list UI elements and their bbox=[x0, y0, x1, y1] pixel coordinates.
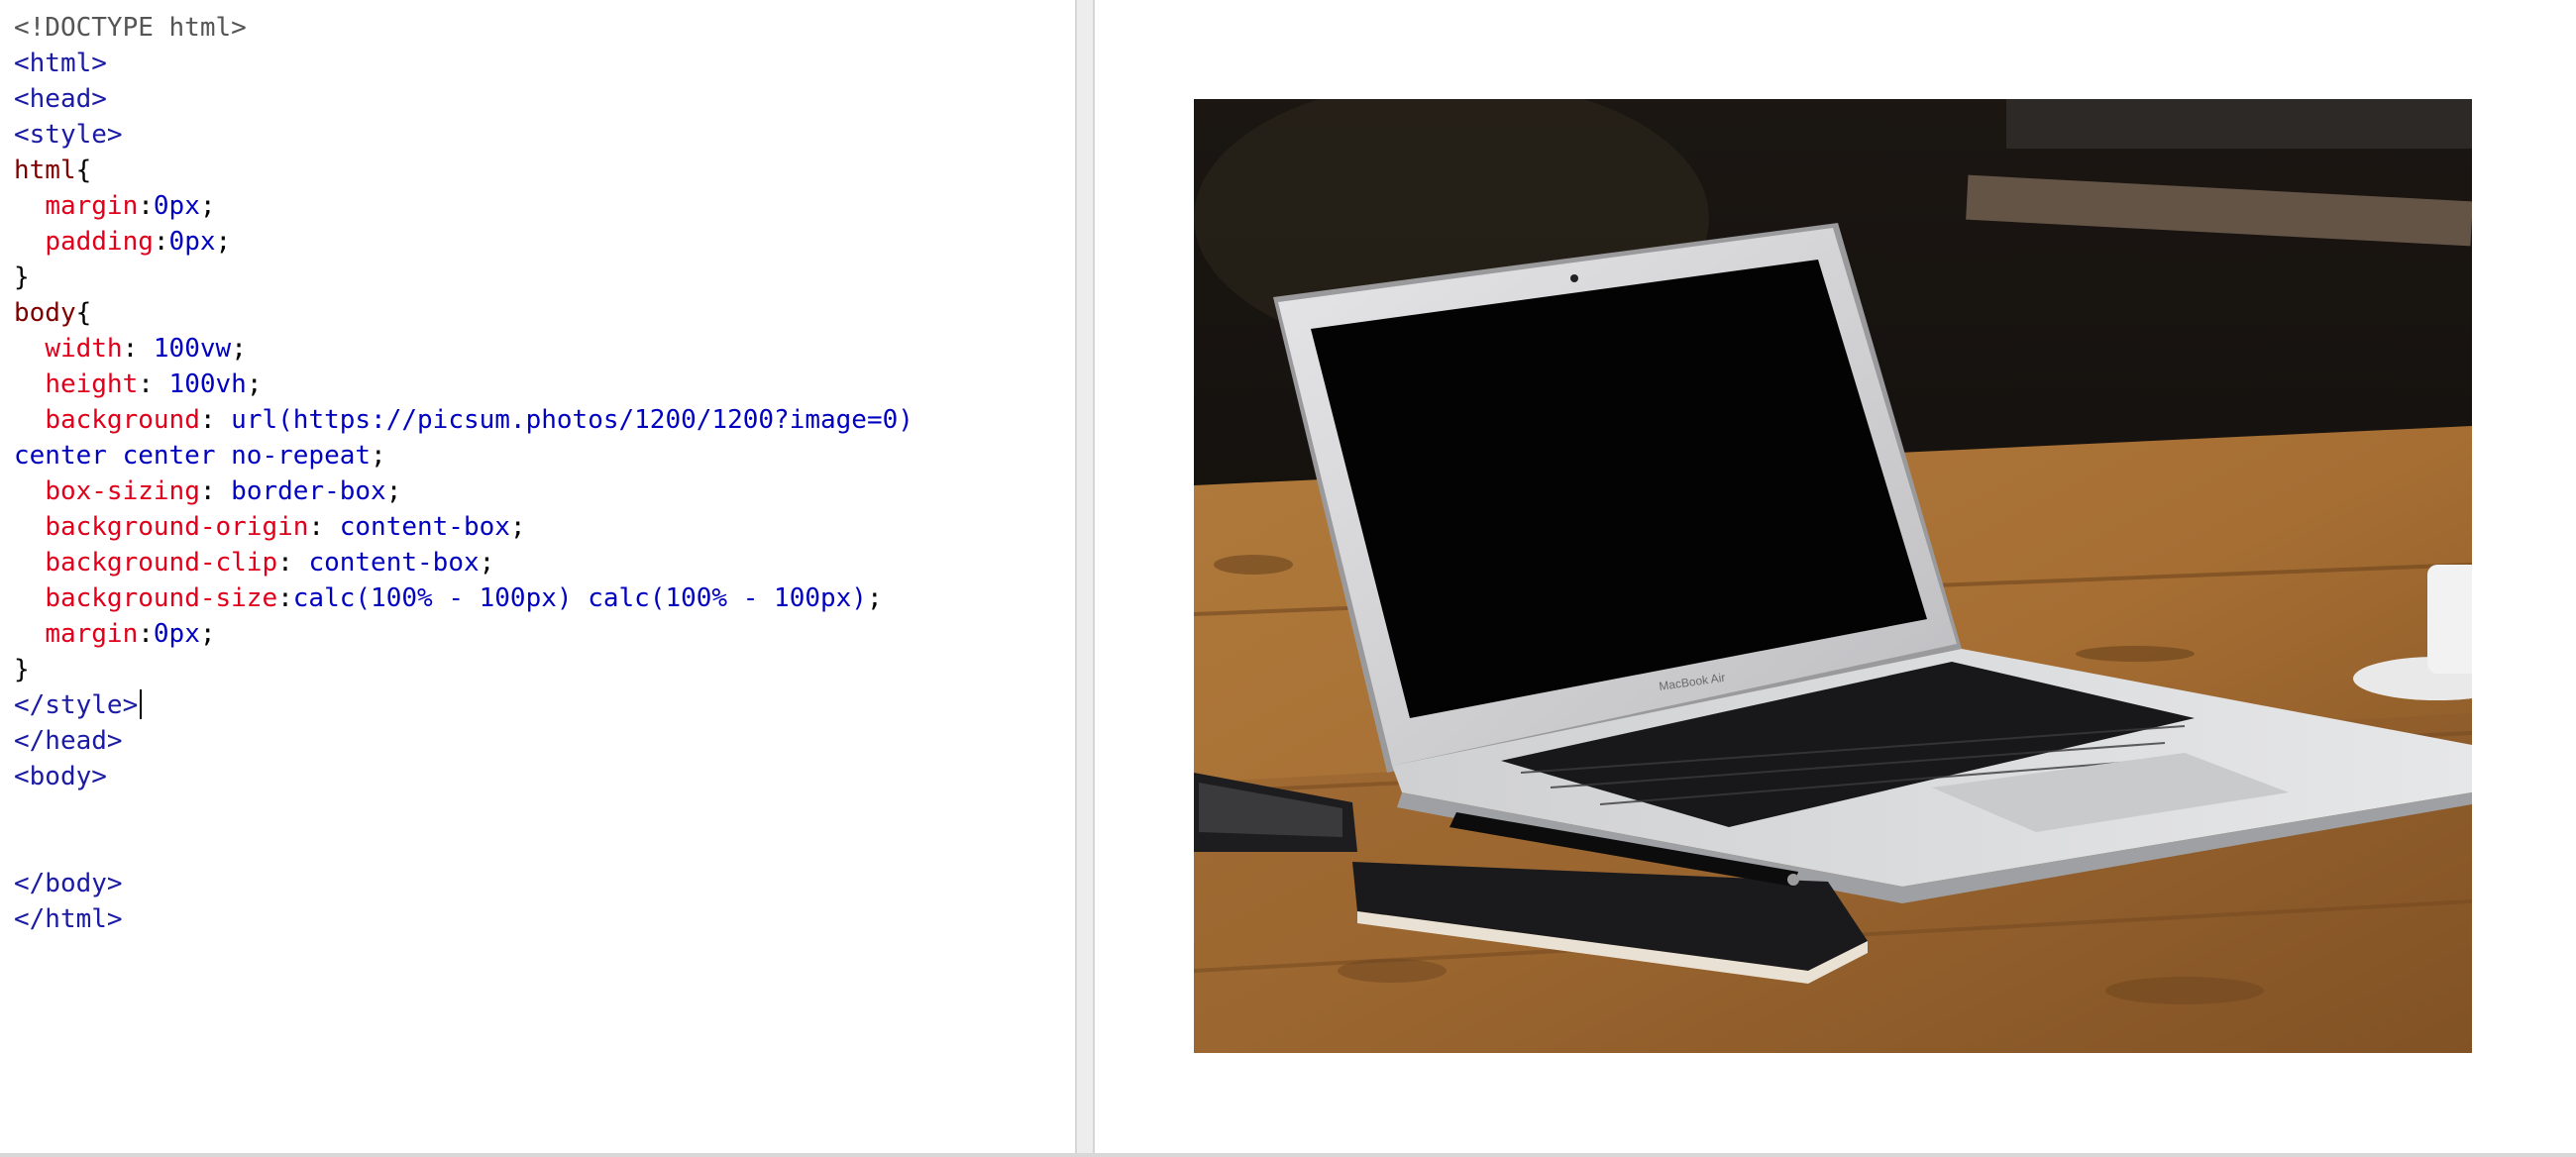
code-token: : bbox=[277, 548, 309, 578]
code-token: box-sizing bbox=[45, 476, 200, 506]
pane-splitter[interactable] bbox=[1075, 0, 1095, 1157]
code-token: : bbox=[138, 191, 154, 221]
code-token: ; bbox=[509, 512, 526, 542]
code-line[interactable]: margin:0px; bbox=[14, 616, 913, 652]
code-token: } bbox=[14, 263, 30, 292]
code-token: 100vw bbox=[153, 334, 232, 364]
code-token: </head> bbox=[14, 726, 123, 756]
code-token: <head> bbox=[14, 84, 107, 114]
code-line[interactable]: background-clip: content-box; bbox=[14, 545, 913, 580]
code-line[interactable]: height: 100vh; bbox=[14, 367, 913, 402]
code-token: </style> bbox=[14, 690, 139, 720]
code-token: 0px bbox=[168, 227, 216, 257]
code-token: background-size bbox=[45, 583, 278, 613]
preview-photo: MacBook Air bbox=[1194, 99, 2472, 1053]
code-token: ; bbox=[215, 227, 232, 257]
code-line[interactable]: center center no-repeat; bbox=[14, 438, 913, 473]
code-token: center center no-repeat bbox=[14, 441, 372, 471]
code-token: ; bbox=[866, 583, 883, 613]
code-token: background bbox=[45, 405, 200, 435]
code-token: ; bbox=[199, 619, 216, 649]
code-line[interactable]: <body> bbox=[14, 759, 913, 794]
code-token: margin bbox=[45, 191, 139, 221]
code-token: content-box bbox=[308, 548, 480, 578]
code-token: ; bbox=[479, 548, 495, 578]
code-token: height bbox=[45, 369, 139, 399]
code-token: border-box bbox=[231, 476, 386, 506]
code-token: ; bbox=[199, 191, 216, 221]
code-token: : bbox=[138, 369, 169, 399]
code-line[interactable]: } bbox=[14, 652, 913, 687]
code-token: html bbox=[14, 156, 76, 185]
code-token: body bbox=[14, 298, 76, 328]
code-line[interactable]: margin:0px; bbox=[14, 188, 913, 224]
code-line[interactable]: </html> bbox=[14, 901, 913, 937]
code-token: { bbox=[75, 298, 92, 328]
code-text[interactable]: <!DOCTYPE html> <html> <head> <style> html{ … bbox=[14, 10, 913, 937]
code-token: url(https://picsum.photos/1200/1200?imag… bbox=[231, 405, 913, 435]
code-token: : bbox=[153, 227, 169, 257]
code-token: : bbox=[199, 405, 232, 435]
code-token: margin bbox=[45, 619, 139, 649]
code-token: ; bbox=[246, 369, 263, 399]
code-token: width bbox=[45, 334, 123, 364]
code-token: padding bbox=[45, 227, 154, 257]
code-token: : bbox=[122, 334, 154, 364]
preview-pane: MacBook Air bbox=[1095, 0, 2576, 1153]
code-line[interactable]: body{ bbox=[14, 295, 913, 331]
code-line[interactable]: background-origin: content-box; bbox=[14, 509, 913, 545]
code-line[interactable]: background: url(https://picsum.photos/12… bbox=[14, 402, 913, 438]
code-line[interactable]: </style> bbox=[14, 687, 913, 723]
code-token: : bbox=[199, 476, 232, 506]
code-token: <!DOCTYPE html> bbox=[14, 13, 247, 43]
code-line[interactable]: <!DOCTYPE html> bbox=[14, 10, 913, 46]
code-token: <body> bbox=[14, 762, 107, 791]
code-line[interactable]: } bbox=[14, 260, 913, 295]
code-token: <html> bbox=[14, 49, 107, 78]
code-line[interactable]: </body> bbox=[14, 866, 913, 901]
code-line[interactable] bbox=[14, 794, 913, 830]
bottom-border bbox=[0, 1153, 2576, 1157]
code-token: : bbox=[277, 583, 293, 613]
code-token: ; bbox=[385, 476, 402, 506]
code-line[interactable]: width: 100vw; bbox=[14, 331, 913, 367]
code-token: } bbox=[14, 655, 30, 684]
code-token: <style> bbox=[14, 120, 123, 150]
code-token: { bbox=[75, 156, 92, 185]
code-token: background-clip bbox=[45, 548, 278, 578]
code-line[interactable]: <head> bbox=[14, 81, 913, 117]
code-line[interactable]: <html> bbox=[14, 46, 913, 81]
code-token: : bbox=[308, 512, 340, 542]
code-token: : bbox=[138, 619, 154, 649]
code-token: 0px bbox=[153, 619, 200, 649]
code-token: </html> bbox=[14, 904, 123, 934]
text-caret bbox=[140, 689, 143, 719]
code-line[interactable]: background-size:calc(100% - 100px) calc(… bbox=[14, 580, 913, 616]
code-token: ; bbox=[231, 334, 247, 364]
code-token: </body> bbox=[14, 869, 123, 898]
code-token: background-origin bbox=[45, 512, 309, 542]
code-token: ; bbox=[371, 441, 386, 471]
code-line[interactable]: padding:0px; bbox=[14, 224, 913, 260]
code-editor[interactable]: <!DOCTYPE html> <html> <head> <style> html{ … bbox=[0, 0, 1075, 1153]
code-line[interactable]: box-sizing: border-box; bbox=[14, 473, 913, 509]
code-line[interactable]: <style> bbox=[14, 117, 913, 153]
code-token: content-box bbox=[339, 512, 510, 542]
code-token: 100vh bbox=[168, 369, 247, 399]
code-token: calc(100% - 100px) calc(100% - 100px) bbox=[292, 583, 867, 613]
code-token: 0px bbox=[153, 191, 200, 221]
code-line[interactable] bbox=[14, 830, 913, 866]
code-line[interactable]: html{ bbox=[14, 153, 913, 188]
code-line[interactable]: </head> bbox=[14, 723, 913, 759]
